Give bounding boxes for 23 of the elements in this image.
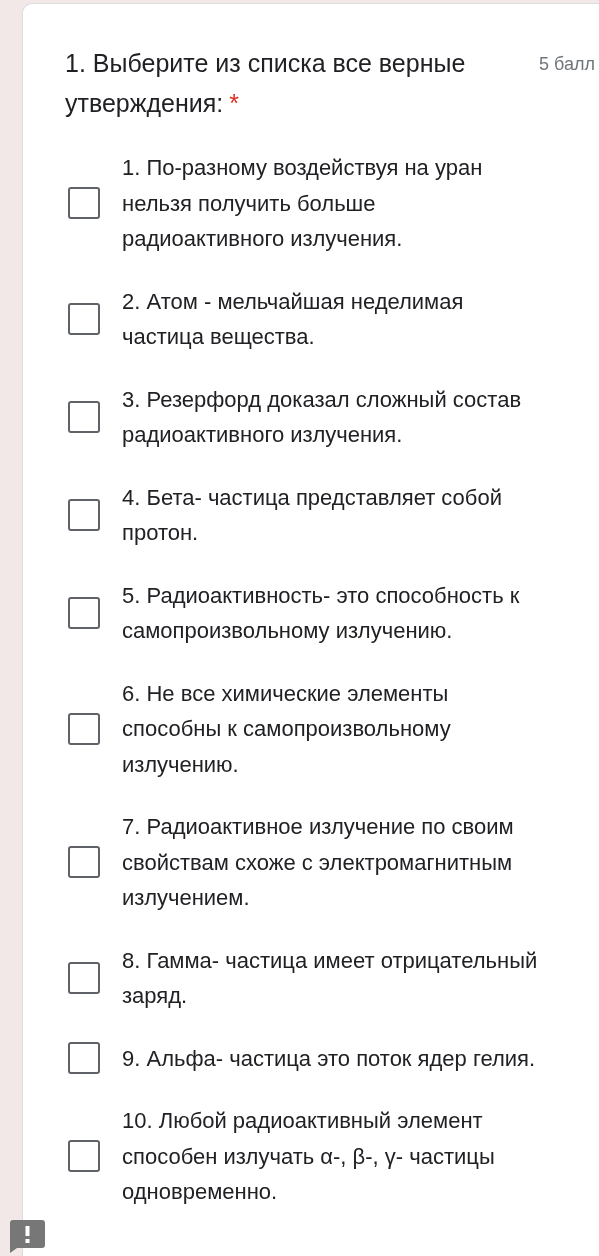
option-label[interactable]: 4. Бета- частица представляет собой протон. [122,479,542,551]
checkbox[interactable] [68,962,100,994]
checkbox[interactable] [68,712,100,745]
checkbox[interactable] [68,1140,100,1173]
checkbox[interactable] [68,499,100,531]
option-label[interactable]: 6. Не все химические элементы способны к самопроизвольному излучению. [122,675,542,782]
points-label: 5 балл [539,53,595,76]
option-label[interactable]: 2. Атом - мельчайшая неделимая частица вещества. [122,283,542,355]
checkbox[interactable] [68,1042,100,1075]
checkbox[interactable] [68,597,100,629]
option-label[interactable]: 7. Радиоактивное излучение по своим свойствам схоже с электромагнитным излучением. [122,809,542,916]
checkbox[interactable] [68,303,100,335]
option-label[interactable]: 9. Альфа- частица это поток ядер гелия. [122,1040,542,1076]
checkbox[interactable] [68,846,100,879]
feedback-icon[interactable] [10,1220,45,1253]
option-label[interactable]: 3. Резерфорд доказал сложный состав радиоактивного излучения. [122,381,542,453]
option-label[interactable]: 1. По-разному воздействуя на уран нельзя получить больше радиоактивного излучения. [122,150,542,257]
option-label[interactable]: 10. Любой радиоактивный элемент способен излучать α-, β-, γ- частицы одновременно. [122,1103,542,1210]
checkbox[interactable] [68,187,100,220]
question-title: 1. Выберите из списка все верные утверждения: * [65,48,467,119]
checkbox[interactable] [68,401,100,433]
option-label[interactable]: 5. Радиоактивность- это способность к самопроизвольному излучению. [122,577,542,649]
option-label[interactable]: 8. Гамма- частица имеет отрицательный заряд. [122,942,542,1014]
